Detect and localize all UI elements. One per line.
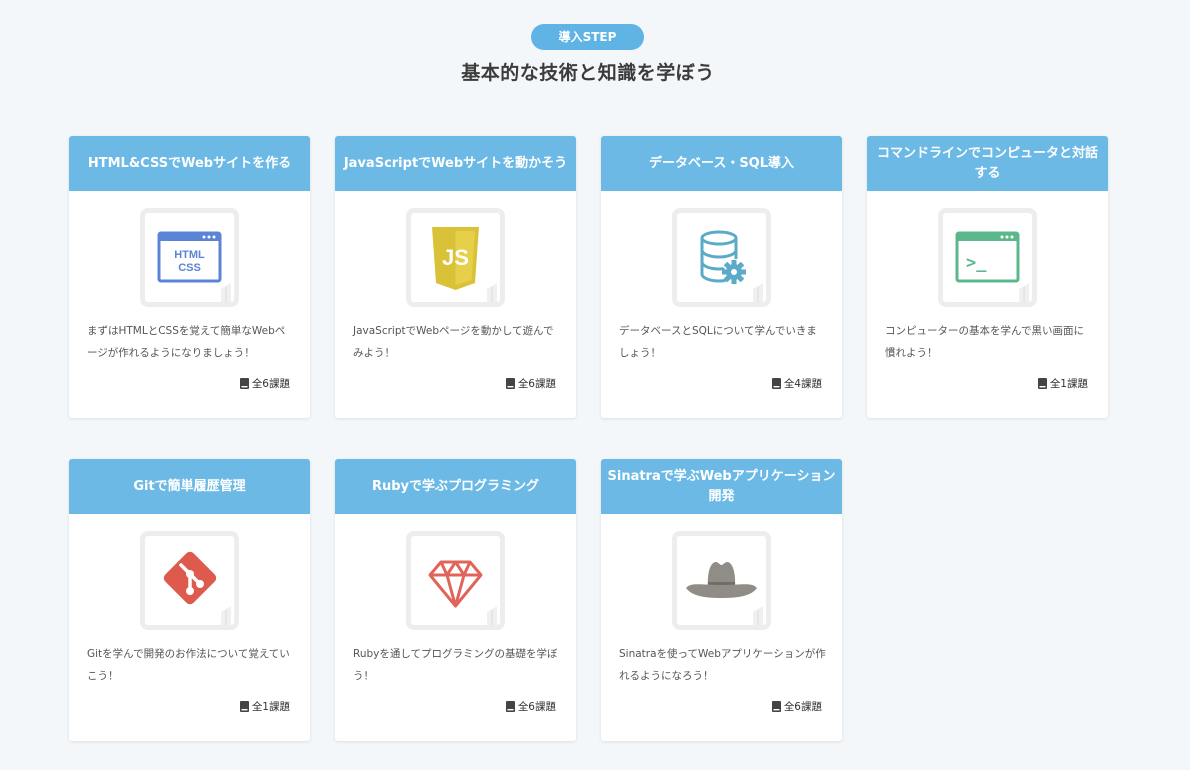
terminal-icon: >_ xyxy=(955,231,1029,302)
svg-text:CSS: CSS xyxy=(178,262,201,274)
book-icon xyxy=(239,701,249,712)
course-title: Rubyで学ぶプログラミング xyxy=(335,459,576,514)
course-title: HTML&CSSでWebサイトを作る xyxy=(69,136,310,191)
book-icon xyxy=(239,378,249,389)
course-icon-frame: >_ xyxy=(938,208,1037,307)
section-title: 基本的な技術と知識を学ぼう xyxy=(461,62,715,84)
course-count: 全6課題 xyxy=(505,376,556,391)
course-count: 全1課題 xyxy=(239,699,290,714)
course-count-label: 全6課題 xyxy=(517,701,556,713)
course-count-label: 全4課題 xyxy=(783,378,822,390)
book-icon xyxy=(1037,378,1047,389)
svg-text:>_: >_ xyxy=(966,253,987,273)
course-count: 全6課題 xyxy=(771,699,822,714)
course-title: コマンドラインでコンピュータと対話する xyxy=(867,136,1108,191)
course-title: Gitで簡単履歴管理 xyxy=(69,459,310,514)
course-count-label: 全1課題 xyxy=(251,701,290,713)
book-icon xyxy=(505,378,515,389)
course-card-command-line[interactable]: コマンドラインでコンピュータと対話する >_ コンピューターの基本を学んで黒い画… xyxy=(867,136,1108,418)
javascript-icon: JS xyxy=(432,227,497,302)
course-description: まずはHTMLとCSSを覚えて簡単なWebページが作れるようになりましょう！ xyxy=(87,325,286,359)
course-count-label: 全6課題 xyxy=(517,378,556,390)
course-title: Sinatraで学ぶWebアプリケーション開発 xyxy=(601,459,842,514)
course-description: コンピューターの基本を学んで黒い画面に慣れよう！ xyxy=(885,325,1084,359)
ruby-icon xyxy=(428,560,497,625)
course-grid: HTML&CSSでWebサイトを作る HTML CSS まずはHTMLとCSSを… xyxy=(69,136,1108,741)
course-title: データベース・SQL導入 xyxy=(601,136,842,191)
course-card-sinatra[interactable]: Sinatraで学ぶWebアプリケーション開発 Sinatraを使ってWebアプ… xyxy=(601,459,842,741)
course-count: 全1課題 xyxy=(1037,376,1088,391)
book-icon xyxy=(771,378,781,389)
course-icon-frame xyxy=(672,208,771,307)
svg-text:JS: JS xyxy=(442,245,469,270)
database-icon xyxy=(700,230,763,302)
git-icon xyxy=(163,551,231,625)
html-css-icon: HTML CSS xyxy=(157,231,231,302)
course-count: 全4課題 xyxy=(771,376,822,391)
course-description: データベースとSQLについて学んでいきましょう！ xyxy=(619,325,817,359)
course-description: Gitを学んで開発のお作法について覚えていこう！ xyxy=(87,648,290,682)
book-icon xyxy=(771,701,781,712)
course-card-javascript[interactable]: JavaScriptでWebサイトを動かそう JS JavaScriptでWeb… xyxy=(335,136,576,418)
course-icon-frame xyxy=(406,531,505,630)
book-icon xyxy=(505,701,515,712)
course-count: 全6課題 xyxy=(505,699,556,714)
sinatra-hat-icon xyxy=(686,562,763,625)
course-count-label: 全6課題 xyxy=(783,701,822,713)
course-card-database[interactable]: データベース・SQL導入 データベースとSQLについて学んでいきましょう！ 全4… xyxy=(601,136,842,418)
step-badge: 導入STEP xyxy=(531,24,644,50)
course-count-label: 全6課題 xyxy=(251,378,290,390)
course-title: JavaScriptでWebサイトを動かそう xyxy=(335,136,576,191)
course-icon-frame xyxy=(140,531,239,630)
course-count-label: 全1課題 xyxy=(1049,378,1088,390)
course-card-html-css[interactable]: HTML&CSSでWebサイトを作る HTML CSS まずはHTMLとCSSを… xyxy=(69,136,310,418)
course-icon-frame xyxy=(672,531,771,630)
course-icon-frame: JS xyxy=(406,208,505,307)
course-description: JavaScriptでWebページを動かして遊んでみよう！ xyxy=(353,325,554,359)
course-description: Rubyを通してプログラミングの基礎を学ぼう！ xyxy=(353,648,558,682)
course-card-ruby[interactable]: Rubyで学ぶプログラミング Rubyを通してプログラミングの基礎を学ぼう！ 全… xyxy=(335,459,576,741)
course-icon-frame: HTML CSS xyxy=(140,208,239,307)
course-count: 全6課題 xyxy=(239,376,290,391)
course-card-git[interactable]: Gitで簡単履歴管理 Gitを学んで開発のお作法について覚えていこう！ 全1課題 xyxy=(69,459,310,741)
svg-text:HTML: HTML xyxy=(174,249,205,261)
course-description: Sinatraを使ってWebアプリケーションが作れるようになろう！ xyxy=(619,648,826,682)
